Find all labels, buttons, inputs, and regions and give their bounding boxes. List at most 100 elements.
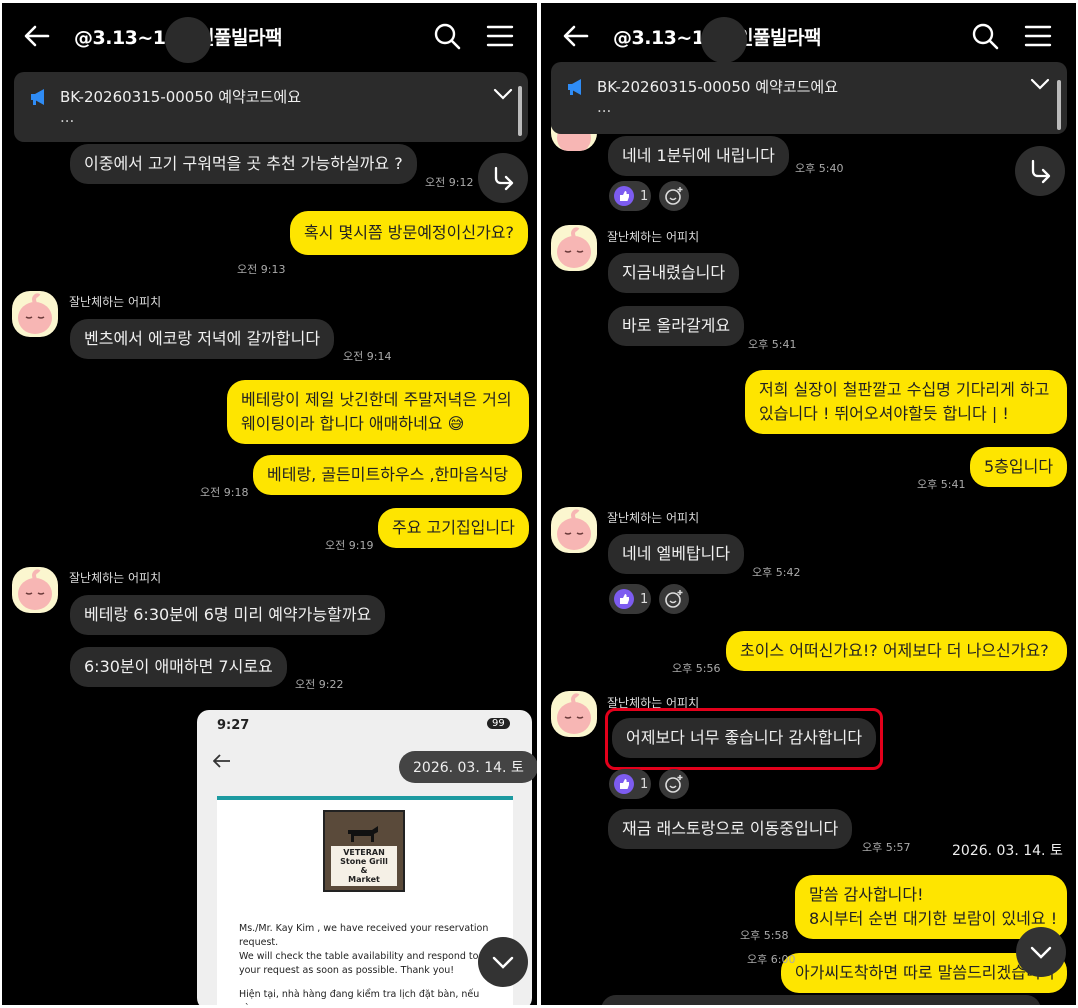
chevron-down-icon[interactable]	[492, 86, 514, 102]
share-button[interactable]	[478, 153, 528, 203]
message-time: 오전 9:13	[237, 263, 286, 276]
heart-reaction[interactable]: 1	[609, 584, 651, 614]
reactions: 1	[609, 584, 689, 614]
sender-name: 잘난체하는 어피치	[69, 571, 162, 585]
search-icon[interactable]	[432, 21, 462, 51]
message-bubble-outgoing[interactable]: 초이스 어떠신가요!? 어제보다 더 나으신가요?	[726, 631, 1067, 671]
share-icon	[1031, 159, 1051, 184]
sender-name: 잘난체하는 어피치	[69, 295, 162, 309]
message-time: 오후 5:41	[917, 478, 966, 491]
logo-text: Market	[348, 875, 380, 884]
apeach-avatar[interactable]	[12, 291, 58, 337]
notice-detail: ...	[597, 98, 612, 116]
redaction-blot	[701, 17, 747, 63]
add-reaction-icon[interactable]	[659, 584, 689, 614]
logo-text: VETERAN	[343, 848, 385, 857]
date-pill: 2026. 03. 14. 토	[399, 751, 537, 783]
message-bubble-outgoing[interactable]: 혹시 몇시쯤 방문예정이신가요?	[290, 211, 529, 255]
message-time: 오후 5:40	[795, 162, 844, 175]
message-bubble-incoming[interactable]	[601, 995, 1041, 1005]
message-bubble-incoming[interactable]: 네네 엘베탑니다	[608, 534, 745, 574]
scrollbar[interactable]	[518, 86, 522, 136]
megaphone-icon	[31, 89, 44, 105]
add-reaction-icon[interactable]	[659, 769, 689, 799]
message-bubble-incoming[interactable]: 6:30분이 애매하면 7시로요	[70, 647, 287, 687]
megaphone-icon	[568, 79, 581, 95]
message-bubble-incoming[interactable]: 지금내렸습니다	[608, 253, 740, 293]
message-bubble-incoming[interactable]: 벤츠에서 에코랑 저녁에 갈까합니다	[70, 319, 335, 359]
reactions: 1	[609, 769, 689, 799]
status-time: 9:27	[217, 718, 250, 733]
message-bubble-outgoing[interactable]: 주요 고기집입니다	[378, 508, 529, 548]
message-bubble-incoming[interactable]: 베테랑 6:30분에 6명 미리 예약가능할까요	[70, 595, 386, 635]
message-time: 오전 9:19	[325, 539, 374, 552]
share-button[interactable]	[1015, 146, 1065, 196]
veteran-logo: VETERAN Stone Grill & Market	[323, 810, 405, 892]
message-line: 있습니다 ! 뛰어오셔야할듯 합니다 | !	[759, 404, 1009, 423]
message-bubble-incoming[interactable]: 재금 래스토랑으로 이동중입니다	[608, 809, 853, 849]
battery-level: 99	[487, 718, 510, 729]
scrollbar[interactable]	[1057, 80, 1061, 130]
chat-panel-right: @3.13~15 3인풀빌라팩 BK-20260315-00050 예약코드에요…	[541, 3, 1076, 1005]
message-time: 오전 9:18	[200, 486, 249, 499]
menu-icon[interactable]	[1023, 21, 1053, 51]
share-icon	[494, 166, 514, 191]
message-time: 오후 5:42	[752, 566, 801, 579]
message-bubble-outgoing[interactable]: 베테랑, 골든미트하우스 ,한마음식당	[253, 455, 523, 495]
notice-banner[interactable]: BK-20260315-00050 예약코드에요 ...	[14, 72, 528, 142]
heart-icon	[614, 774, 634, 794]
scroll-down-button[interactable]	[478, 937, 528, 987]
heart-icon	[614, 589, 634, 609]
message-bubble-outgoing[interactable]: 말씀 감사합니다! 8시부터 순번 대기한 보람이 있네요 !	[795, 875, 1067, 939]
message-bubble-incoming[interactable]: 어제보다 너무 좋습니다 감사합니다	[612, 718, 877, 758]
chat-panel-left: @3.13~15 3인풀빌라팩 BK-20260315-00050 예약코드에요…	[2, 3, 537, 1005]
back-arrow-icon	[213, 754, 230, 768]
email-line: Ms./Mr. Kay Kim , we have received your …	[239, 923, 489, 948]
message-bubble-incoming[interactable]: 바로 올라갈게요	[608, 306, 745, 346]
redaction-blot	[165, 17, 211, 63]
apeach-avatar[interactable]	[551, 691, 597, 737]
message-time: 오전 9:12	[425, 176, 474, 189]
scroll-down-icon	[492, 956, 514, 969]
message-line: 베테랑이 제일 낫긴한데 주말저녁은 거의	[241, 390, 512, 409]
notice-text: BK-20260315-00050 예약코드에요	[597, 78, 839, 96]
message-time: 오후 5:58	[740, 929, 789, 942]
logo-text: &	[360, 866, 368, 875]
search-icon[interactable]	[970, 21, 1000, 51]
message-line: 8시부터 순번 대기한 보람이 있네요 !	[809, 909, 1058, 928]
sender-name: 잘난체하는 어피치	[607, 230, 700, 244]
message-time: 오후 5:57	[862, 841, 911, 854]
reaction-count: 1	[640, 776, 649, 792]
apeach-avatar[interactable]	[12, 567, 58, 613]
reaction-count: 1	[640, 188, 649, 204]
back-arrow-icon[interactable]	[561, 21, 591, 51]
message-line: 웨이팅이라 합니다 애매하네요 😅	[241, 414, 465, 433]
menu-icon[interactable]	[485, 21, 515, 51]
message-bubble-incoming[interactable]: 이중에서 고기 구워먹을 곳 추천 가능하실까요 ?	[70, 144, 417, 184]
scroll-down-button[interactable]	[1016, 927, 1066, 977]
date-pill: 2026. 03. 14. 토	[938, 834, 1076, 866]
heart-icon	[614, 186, 634, 206]
add-reaction-icon[interactable]	[659, 181, 689, 211]
header-stripe	[217, 796, 513, 800]
notice-text: BK-20260315-00050 예약코드에요	[60, 88, 302, 106]
message-bubble-outgoing[interactable]: 베테랑이 제일 낫긴한데 주말저녁은 거의 웨이팅이라 합니다 애매하네요 😅	[227, 380, 529, 444]
chevron-down-icon[interactable]	[1029, 76, 1051, 92]
message-time: 오후 6:00	[747, 953, 796, 966]
apeach-avatar[interactable]	[551, 507, 597, 553]
message-time: 오전 9:14	[343, 350, 392, 363]
scroll-down-icon	[1030, 946, 1052, 959]
apeach-avatar[interactable]	[551, 225, 597, 271]
heart-reaction[interactable]: 1	[609, 769, 651, 799]
back-arrow-icon[interactable]	[22, 21, 52, 51]
message-bubble-outgoing[interactable]: 저희 실장이 철판깔고 수십명 기다리게 하고 있습니다 ! 뛰어오셔야할듯 합…	[745, 370, 1067, 434]
heart-reaction[interactable]: 1	[609, 181, 651, 211]
message-bubble-outgoing[interactable]: 5층입니다	[970, 447, 1068, 487]
logo-text: Stone Grill	[340, 857, 388, 866]
message-bubble-incoming[interactable]: 네네 1분뒤에 내립니다	[608, 136, 789, 176]
message-time: 오후 5:41	[748, 338, 797, 351]
notice-banner[interactable]: BK-20260315-00050 예약코드에요 ...	[551, 62, 1067, 134]
email-line: We will check the table availability and…	[239, 951, 479, 976]
email-line: Hiện tại, nhà hàng đang kiểm tra lịch đặ…	[239, 989, 480, 1005]
message-line: 저희 실장이 철판깔고 수십명 기다리게 하고	[759, 380, 1050, 399]
